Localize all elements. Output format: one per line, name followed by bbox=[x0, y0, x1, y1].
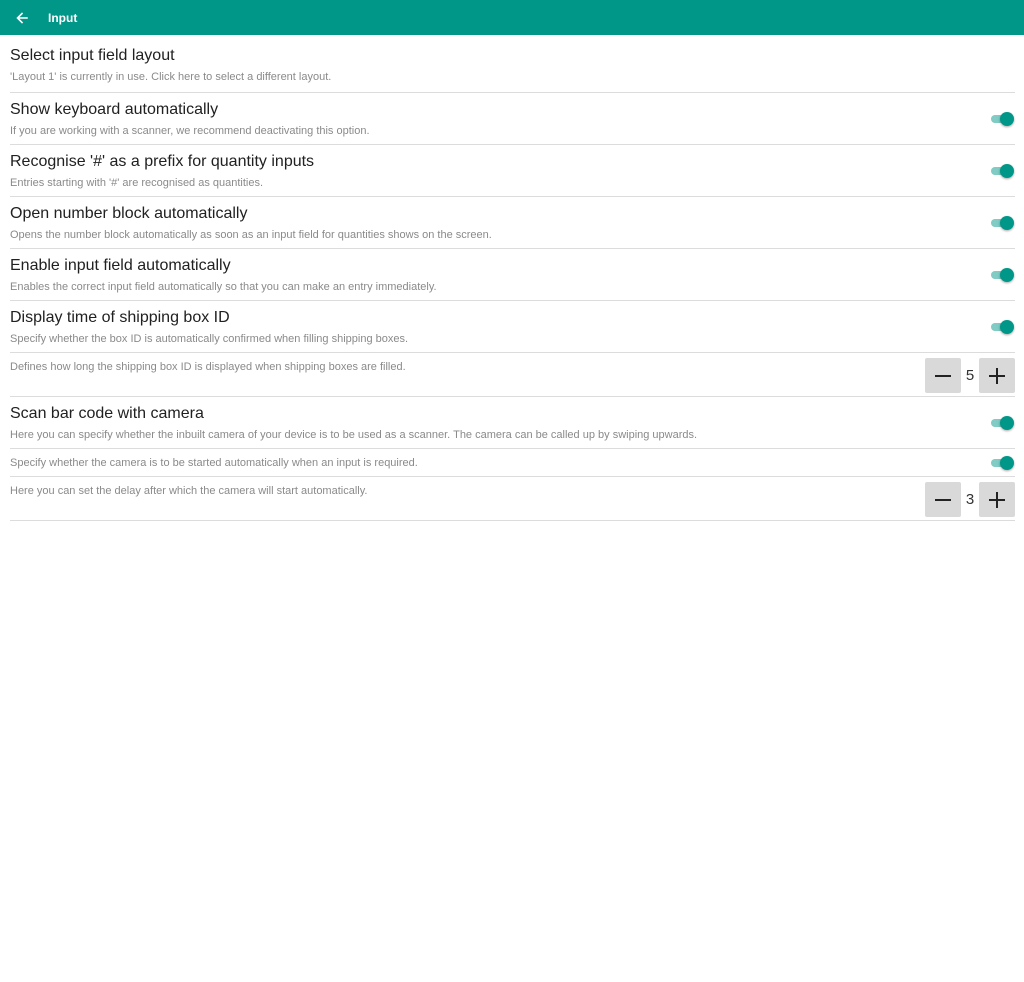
setting-subtitle: Defines how long the shipping box ID is … bbox=[10, 361, 406, 373]
setting-subtitle: If you are working with a scanner, we re… bbox=[10, 125, 370, 137]
increment-button[interactable] bbox=[979, 482, 1015, 517]
numblock-toggle[interactable] bbox=[991, 216, 1014, 230]
enable-field-toggle[interactable] bbox=[991, 268, 1014, 282]
setting-title: Display time of shipping box ID bbox=[10, 309, 230, 326]
camera-toggle[interactable] bbox=[991, 416, 1014, 430]
setting-title: Show keyboard automatically bbox=[10, 101, 219, 118]
setting-title: Open number block automatically bbox=[10, 205, 248, 222]
toggle-thumb bbox=[1000, 268, 1014, 282]
keyboard-toggle[interactable] bbox=[991, 112, 1014, 126]
minus-icon bbox=[935, 374, 951, 377]
settings-list: Select input field layout 'Layout 1' is … bbox=[10, 35, 1015, 521]
setting-subtitle: Specify whether the box ID is automatica… bbox=[10, 333, 409, 345]
camera-delay-stepper: 3 bbox=[925, 482, 1015, 517]
keyboard-setting-row: Show keyboard automatically If you are w… bbox=[10, 93, 1015, 145]
app-bar: Input bbox=[0, 0, 1024, 35]
enable-field-setting-row: Enable input field automatically Enables… bbox=[10, 249, 1015, 301]
setting-title: Recognise '#' as a prefix for quantity i… bbox=[10, 153, 315, 170]
setting-title: Scan bar code with camera bbox=[10, 405, 204, 422]
setting-title: Enable input field automatically bbox=[10, 257, 231, 274]
prefix-toggle[interactable] bbox=[991, 164, 1014, 178]
back-button[interactable] bbox=[6, 0, 38, 35]
setting-subtitle: Opens the number block automatically as … bbox=[10, 229, 492, 241]
toggle-thumb bbox=[1000, 216, 1014, 230]
decrement-button[interactable] bbox=[925, 358, 961, 393]
camera-auto-toggle[interactable] bbox=[991, 456, 1014, 470]
increment-button[interactable] bbox=[979, 358, 1015, 393]
arrow-left-icon bbox=[16, 11, 28, 24]
setting-title: Select input field layout bbox=[10, 47, 175, 64]
setting-subtitle: Entries starting with '#' are recognised… bbox=[10, 177, 264, 189]
box-id-duration-row: Defines how long the shipping box ID is … bbox=[10, 353, 1015, 397]
toggle-thumb bbox=[1000, 112, 1014, 126]
setting-subtitle: Here you can set the delay after which t… bbox=[10, 485, 368, 497]
toggle-thumb bbox=[1000, 416, 1014, 430]
plus-icon bbox=[989, 367, 1005, 384]
layout-setting-row[interactable]: Select input field layout 'Layout 1' is … bbox=[10, 35, 1015, 93]
box-id-setting-row: Display time of shipping box ID Specify … bbox=[10, 301, 1015, 353]
setting-subtitle: Enables the correct input field automati… bbox=[10, 281, 437, 293]
setting-subtitle: Specify whether the camera is to be star… bbox=[10, 457, 418, 469]
camera-setting-row: Scan bar code with camera Here you can s… bbox=[10, 397, 1015, 449]
setting-subtitle: Here you can specify whether the inbuilt… bbox=[10, 429, 698, 441]
page-title: Input bbox=[48, 10, 78, 25]
stepper-value: 3 bbox=[965, 491, 975, 508]
plus-icon bbox=[989, 491, 1005, 508]
prefix-setting-row: Recognise '#' as a prefix for quantity i… bbox=[10, 145, 1015, 197]
setting-subtitle: 'Layout 1' is currently in use. Click he… bbox=[10, 71, 332, 83]
box-id-duration-stepper: 5 bbox=[925, 358, 1015, 393]
toggle-thumb bbox=[1000, 164, 1014, 178]
camera-auto-row: Specify whether the camera is to be star… bbox=[10, 449, 1015, 477]
toggle-thumb bbox=[1000, 320, 1014, 334]
stepper-value: 5 bbox=[965, 367, 975, 384]
minus-icon bbox=[935, 498, 951, 501]
box-id-toggle[interactable] bbox=[991, 320, 1014, 334]
numblock-setting-row: Open number block automatically Opens th… bbox=[10, 197, 1015, 249]
toggle-thumb bbox=[1000, 456, 1014, 470]
decrement-button[interactable] bbox=[925, 482, 961, 517]
camera-delay-row: Here you can set the delay after which t… bbox=[10, 477, 1015, 521]
